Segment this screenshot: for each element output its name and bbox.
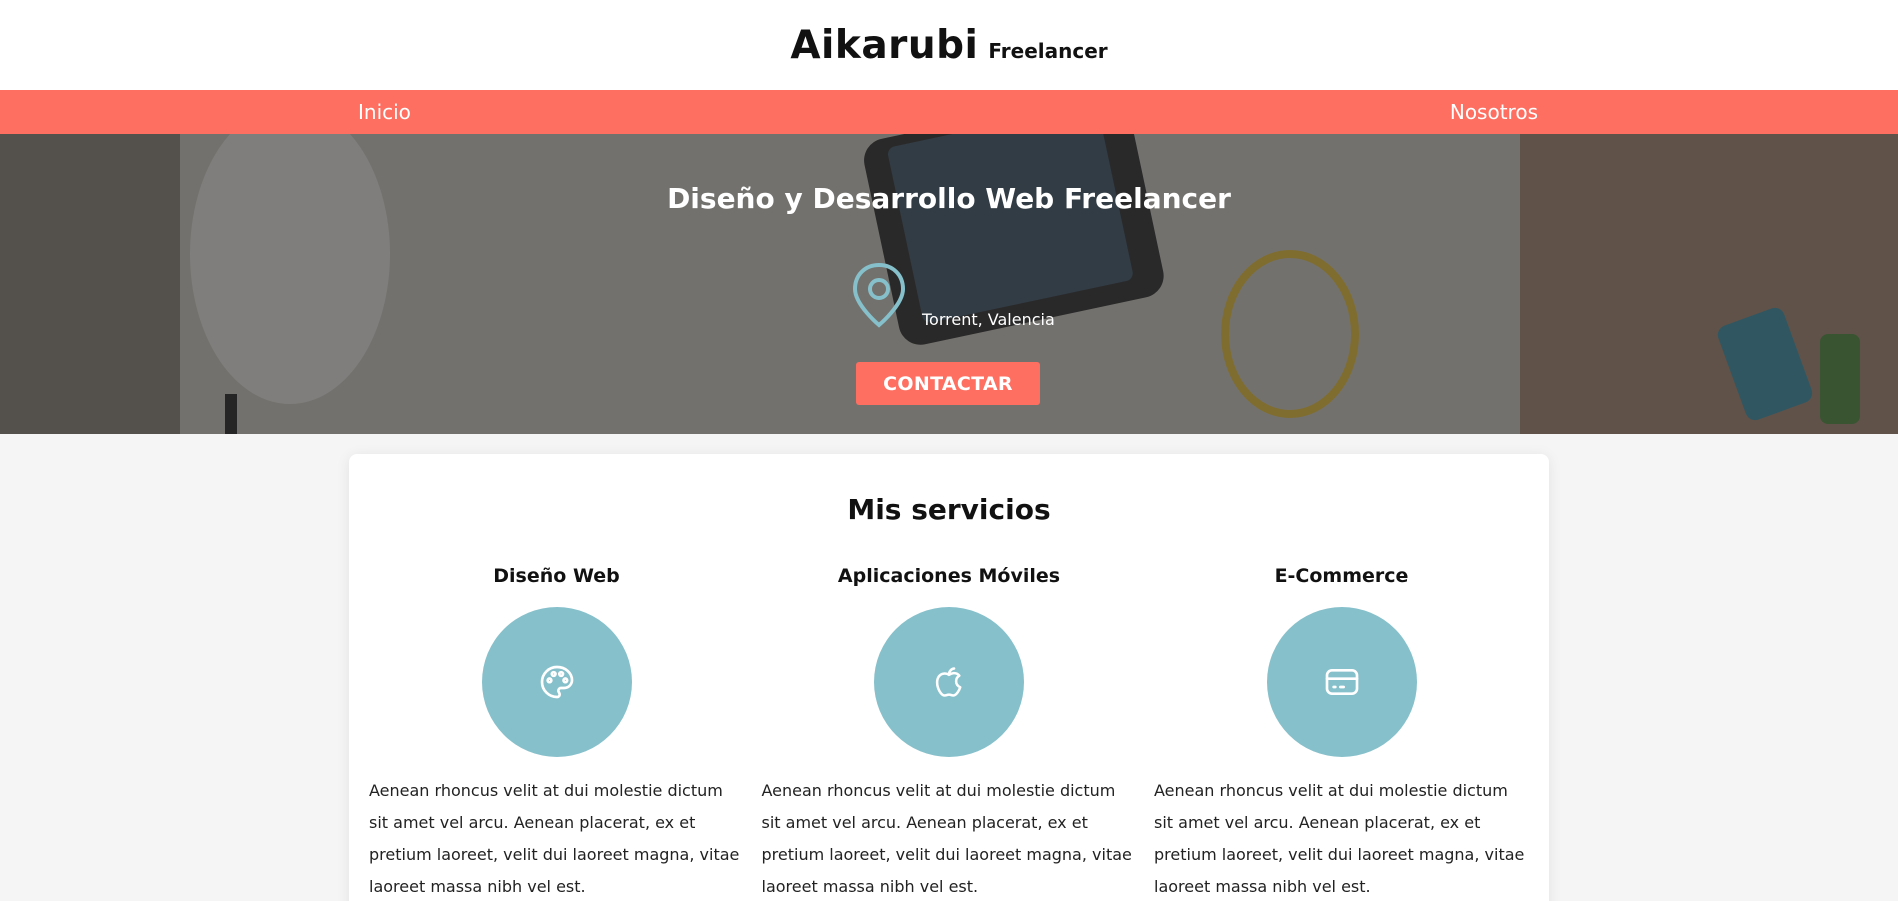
services-card: Mis servicios Diseño Web Aenean rhoncus …	[349, 454, 1549, 901]
site-header: Aikarubi Freelancer	[0, 0, 1898, 90]
hero-location: Torrent, Valencia	[850, 262, 1090, 332]
nav-link-nosotros[interactable]: Nosotros	[1450, 90, 1538, 134]
apple-icon	[935, 667, 962, 697]
services-grid: Diseño Web Aenean rhoncus velit at dui m…	[369, 564, 1529, 901]
hero-section: Diseño y Desarrollo Web Freelancer Torre…	[0, 134, 1898, 434]
service-name: Diseño Web	[493, 565, 620, 587]
service-name: Aplicaciones Móviles	[837, 565, 1061, 587]
service-description: Aenean rhoncus velit at dui molestie dic…	[369, 781, 740, 896]
services-title: Mis servicios	[847, 493, 1051, 526]
service-icon-circle	[481, 607, 632, 757]
hero-title: Diseño y Desarrollo Web Freelancer	[667, 182, 1231, 215]
main-nav: Inicio Nosotros	[0, 90, 1898, 134]
service-icon-circle	[874, 607, 1024, 757]
brand-logo[interactable]: Aikarubi Freelancer	[790, 23, 1107, 68]
service-icon-circle	[1266, 607, 1417, 757]
service-description: Aenean rhoncus velit at dui molestie dic…	[761, 781, 1132, 896]
brand-subtitle: Freelancer	[988, 38, 1108, 63]
location-text: Torrent, Valencia	[922, 310, 1055, 329]
credit-card-icon	[1325, 669, 1358, 695]
service-item-aplicaciones-moviles: Aplicaciones Móviles Aenean rhoncus veli…	[762, 564, 1137, 901]
service-item-e-commerce: E-Commerce Aenean rhoncus velit at dui m…	[1154, 564, 1529, 901]
contact-button[interactable]: CONTACTAR	[856, 362, 1040, 405]
hero-content: Diseño y Desarrollo Web Freelancer Torre…	[0, 134, 1898, 434]
service-item-diseno-web: Diseño Web Aenean rhoncus velit at dui m…	[369, 564, 744, 901]
service-description: Aenean rhoncus velit at dui molestie dic…	[1154, 781, 1525, 896]
service-name: E-Commerce	[1274, 565, 1409, 587]
brand-name: Aikarubi	[790, 22, 979, 68]
map-pin-icon	[852, 262, 906, 328]
palette-icon	[540, 665, 573, 699]
nav-link-inicio[interactable]: Inicio	[358, 90, 411, 134]
